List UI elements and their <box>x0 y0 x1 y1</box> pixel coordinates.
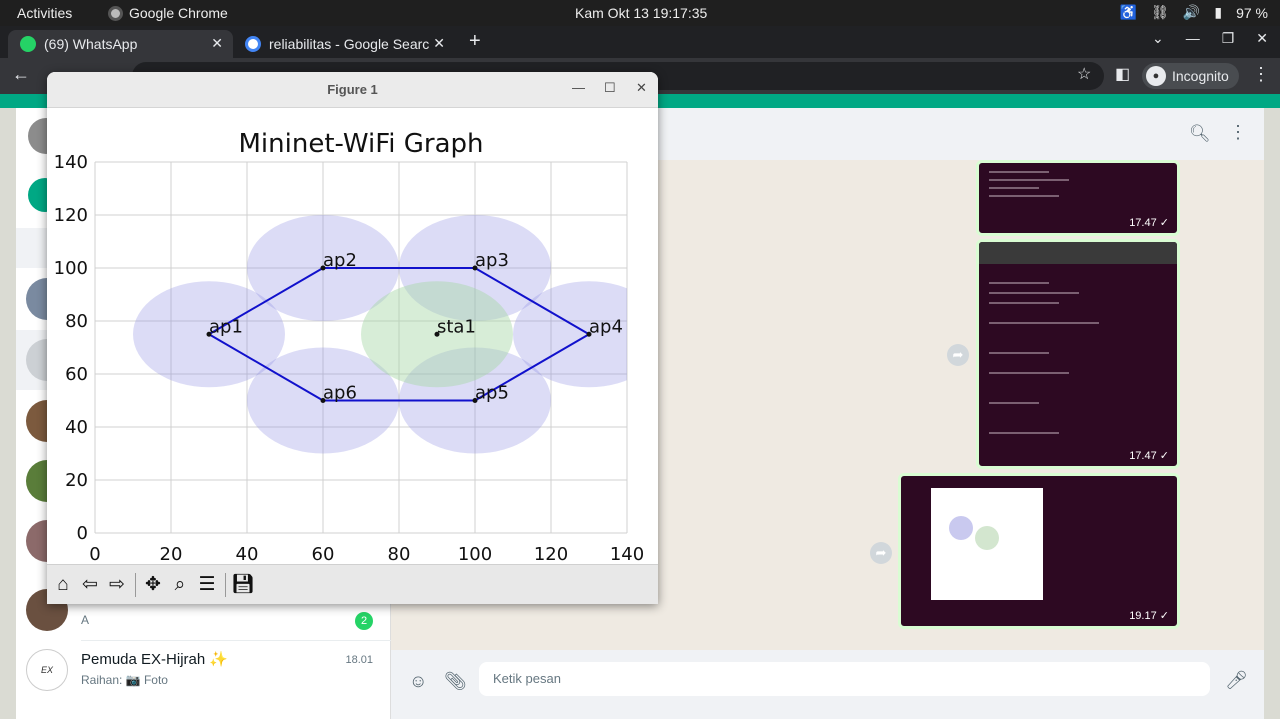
x-tick-label: 20 <box>160 544 183 564</box>
window-controls: ⌄ — ❐ ✕ <box>1152 30 1268 47</box>
x-tick-label: 100 <box>458 544 492 564</box>
pan-icon[interactable]: ✥ <box>141 573 165 597</box>
forward-icon[interactable]: ➦ <box>947 344 969 366</box>
chat-row[interactable]: EX Pemuda EX-Hijrah ✨ 18.01 Raihan: 📷 Fo… <box>16 640 391 700</box>
plot-canvas[interactable]: 0 20 40 60 80 100 120 140 0 20 40 60 80 100 120 140 Mini… <box>47 108 658 565</box>
message-time: 17.47 ✓ <box>1129 450 1169 462</box>
battery-icon: ▮ <box>1214 4 1223 20</box>
incognito-label: Incognito <box>1172 68 1229 84</box>
incognito-icon: ● <box>1146 66 1166 86</box>
chat-last-message: A <box>81 613 90 627</box>
image-message[interactable]: 17.47 ✓ <box>976 239 1180 469</box>
figure-toolbar: ⌂ ⇦ ⇨ ✥ ⌕ ☰ 💾︎ <box>47 564 658 604</box>
image-message[interactable]: 17.47 ✓ <box>976 160 1180 236</box>
tab-title: (69) WhatsApp <box>44 36 138 52</box>
volume-icon: 🔊 <box>1182 4 1201 20</box>
back-icon[interactable]: ⇦ <box>78 573 102 597</box>
attach-icon[interactable]: 📎︎ <box>444 671 467 692</box>
unread-badge: 2 <box>355 612 373 630</box>
save-icon[interactable]: 💾︎ <box>231 573 255 597</box>
activities-button[interactable]: Activities <box>17 5 72 21</box>
maximize-icon[interactable]: ☐ <box>604 80 616 96</box>
close-icon[interactable]: ✕ <box>636 80 647 96</box>
group-logo: EX <box>26 649 68 691</box>
node-label-ap2: ap2 <box>323 250 357 271</box>
chart-title: Mininet-WiFi Graph <box>238 129 483 159</box>
chat-name: Pemuda EX-Hijrah ✨ <box>81 651 229 668</box>
x-tick-label: 40 <box>236 544 259 564</box>
chat-last-message: Raihan: 📷 Foto <box>81 673 168 687</box>
x-tick-label: 80 <box>388 544 411 564</box>
whatsapp-favicon-icon <box>20 36 36 52</box>
y-tick-label: 140 <box>54 152 88 173</box>
clock[interactable]: Kam Okt 13 19:17:35 <box>575 5 707 21</box>
divider <box>135 573 136 597</box>
close-window-icon[interactable]: ✕ <box>1256 30 1268 47</box>
y-tick-label: 0 <box>77 523 88 544</box>
compose-bar: ☺ 📎︎ Ketik pesan 🎤︎ <box>391 650 1264 719</box>
search-icon[interactable]: 🔍︎ <box>1189 124 1211 144</box>
app-name: Google Chrome <box>129 5 228 21</box>
y-tick-label: 40 <box>65 417 88 438</box>
tab-title: reliabilitas - Google Searc <box>269 36 430 52</box>
app-menu[interactable]: Google Chrome <box>108 5 228 21</box>
tab-google-search[interactable]: reliabilitas - Google Searc ✕ <box>233 30 455 58</box>
node-label-ap3: ap3 <box>475 250 509 271</box>
minimize-icon[interactable]: — <box>572 80 585 95</box>
menu-icon[interactable]: ⋮ <box>1252 64 1270 85</box>
back-icon[interactable]: ← <box>12 64 30 85</box>
figure-window: Figure 1 — ☐ ✕ 0 20 40 60 80 100 120 140 0 20 40 60… <box>47 72 658 604</box>
tab-search-icon[interactable]: ⌄ <box>1152 30 1164 47</box>
forward-icon[interactable]: ⇨ <box>105 573 129 597</box>
node-label-ap4: ap4 <box>589 316 623 337</box>
node-label-ap1: ap1 <box>209 316 243 337</box>
figure-titlebar[interactable]: Figure 1 — ☐ ✕ <box>47 72 658 108</box>
accessibility-icon: ♿ <box>1119 4 1138 20</box>
configure-icon[interactable]: ☰ <box>195 573 219 597</box>
emoji-icon[interactable]: ☺ <box>409 671 427 692</box>
x-tick-label: 120 <box>534 544 568 564</box>
message-time: 19.17 ✓ <box>1129 610 1169 622</box>
y-tick-label: 60 <box>65 364 88 385</box>
mininet-graph-plot: 0 20 40 60 80 100 120 140 0 20 40 60 80 100 120 140 Mini… <box>54 129 645 565</box>
message-time: 17.47 ✓ <box>1129 217 1169 229</box>
home-icon[interactable]: ⌂ <box>51 573 75 597</box>
menu-icon[interactable]: ⋮ <box>1229 122 1247 143</box>
node-label-sta1: sta1 <box>437 316 476 337</box>
maximize-icon[interactable]: ❐ <box>1222 30 1235 47</box>
system-top-bar: Activities Google Chrome Kam Okt 13 19:1… <box>0 0 1280 26</box>
node-label-ap5: ap5 <box>475 383 509 404</box>
x-tick-label: 140 <box>610 544 644 564</box>
chat-time: 18.01 <box>345 654 373 666</box>
google-favicon-icon <box>245 36 261 52</box>
chrome-icon <box>108 5 123 21</box>
x-tick-label: 0 <box>89 544 100 564</box>
forward-icon[interactable]: ➦ <box>870 542 892 564</box>
divider <box>225 573 226 597</box>
message-input[interactable]: Ketik pesan <box>479 662 1210 696</box>
incognito-indicator[interactable]: ● Incognito <box>1142 63 1239 89</box>
figure-title: Figure 1 <box>327 82 378 97</box>
minimize-icon[interactable]: — <box>1186 30 1200 47</box>
microphone-icon[interactable]: 🎤︎ <box>1225 670 1248 691</box>
close-tab-icon[interactable]: ✕ <box>433 35 445 52</box>
close-tab-icon[interactable]: ✕ <box>211 35 223 52</box>
node-label-ap6: ap6 <box>323 383 357 404</box>
battery-level: 97 % <box>1236 4 1268 21</box>
y-tick-label: 100 <box>54 258 88 279</box>
tab-whatsapp[interactable]: (69) WhatsApp ✕ <box>8 30 233 58</box>
image-message[interactable]: 19.17 ✓ <box>898 473 1180 629</box>
y-tick-label: 80 <box>65 311 88 332</box>
y-tick-label: 120 <box>54 205 88 226</box>
zoom-icon[interactable]: ⌕ <box>168 573 192 597</box>
x-tick-label: 60 <box>312 544 335 564</box>
tab-strip: (69) WhatsApp ✕ reliabilitas - Google Se… <box>0 26 1280 58</box>
network-icon: ⛓ <box>1151 4 1169 20</box>
new-tab-button[interactable]: + <box>469 30 481 53</box>
bookmark-star-icon[interactable]: ☆ <box>1077 64 1091 84</box>
side-panel-icon[interactable]: ◧ <box>1115 64 1130 84</box>
y-tick-label: 20 <box>65 470 88 491</box>
system-tray[interactable]: ♿ ⛓ 🔊 ▮ 97 % <box>1120 4 1268 21</box>
